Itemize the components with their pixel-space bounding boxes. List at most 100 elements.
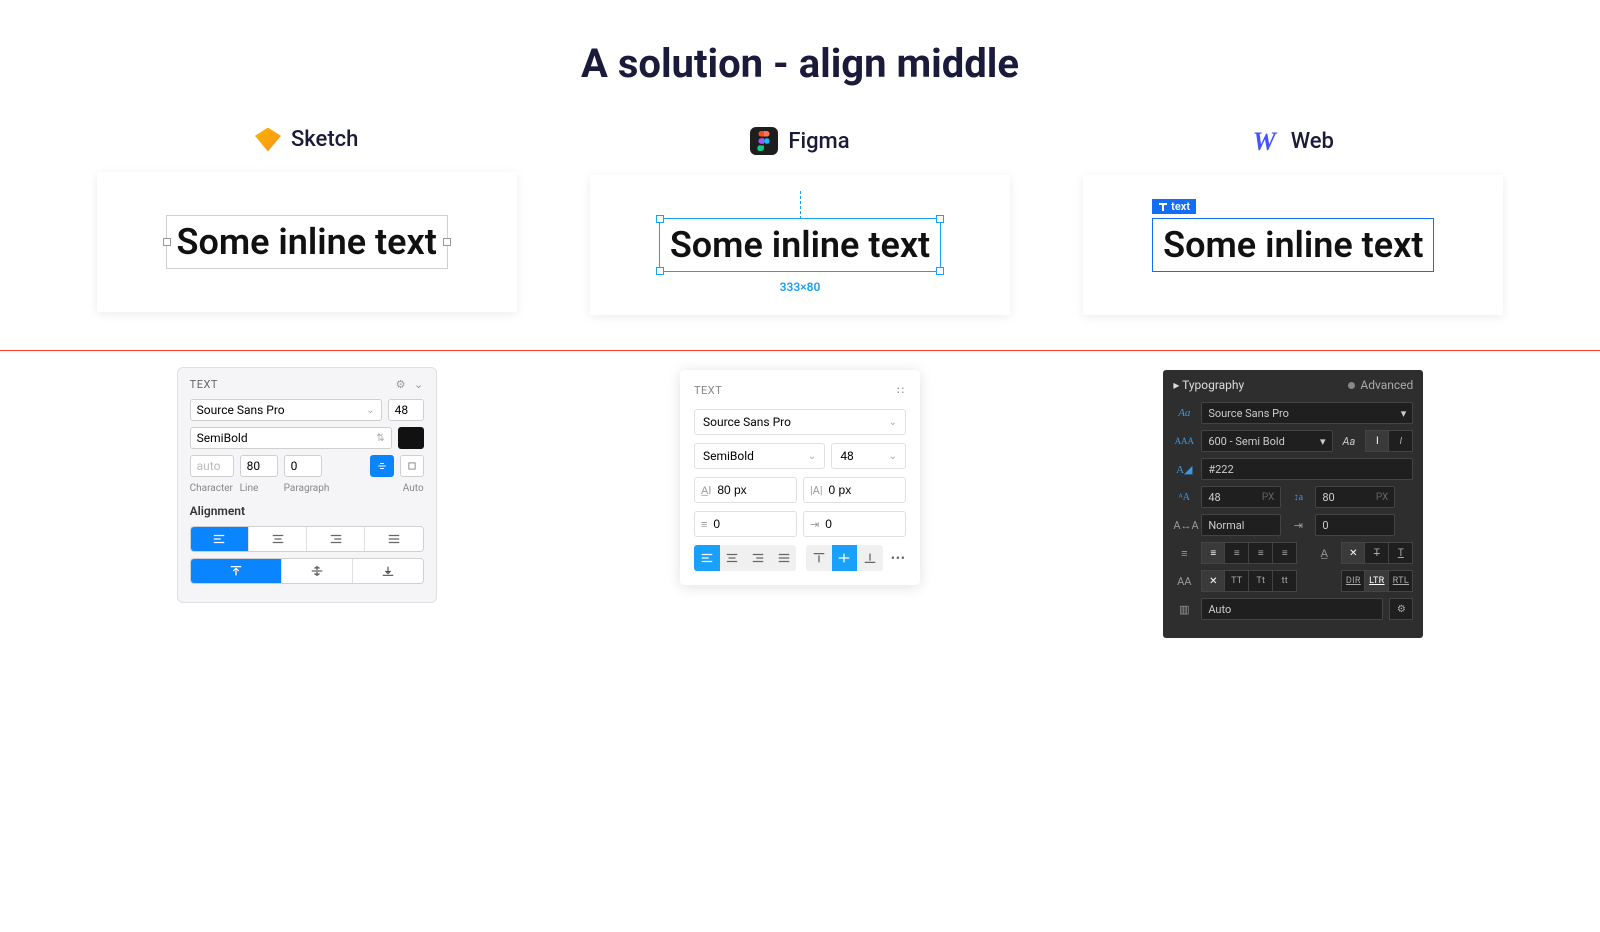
text-indent-input[interactable]: 0 [1315,514,1395,536]
figma-header: Figma [750,127,849,155]
align-left-button[interactable] [191,527,249,551]
align-justify-button[interactable] [365,527,422,551]
font-size-input[interactable]: 48 [388,399,424,421]
web-canvas: text Some inline text [1083,175,1503,315]
align-top-button[interactable] [191,559,283,583]
page-title: A solution - align middle [0,40,1600,87]
font-size-input[interactable]: 48 PX [1201,486,1281,508]
font-weight-value: SemiBold [703,449,754,463]
style-normal-button[interactable]: I [1365,430,1389,452]
paragraph-indent-icon: ⇥ [810,518,819,531]
align-middle-button[interactable] [832,545,858,571]
font-weight-select[interactable]: SemiBold ⇅ [190,427,392,449]
text-decoration-group: ✕ T T [1341,542,1413,564]
auto-width-toggle[interactable] [370,455,394,477]
more-options-button[interactable]: ••• [891,551,906,565]
decoration-underline-button[interactable]: T [1389,542,1413,564]
web-textbox[interactable]: text Some inline text [1152,218,1434,272]
column-settings-button[interactable]: ⚙ [1389,598,1413,620]
decoration-none-button[interactable]: ✕ [1341,542,1365,564]
transform-lower-button[interactable]: tt [1273,570,1297,592]
direction-group: DIR LTR RTL [1341,570,1413,592]
weight-icon: AAA [1173,436,1195,446]
figma-label: Figma [788,129,849,154]
fixed-size-icon [407,459,417,473]
sample-text: Some inline text [1163,224,1423,266]
column-sketch: Sketch Some inline text TEXT ⚙ ⌄ Source … [77,127,537,638]
sketch-textbox[interactable]: Some inline text [166,215,448,269]
resize-handle-br[interactable] [936,267,944,275]
chevron-down-icon: ▾ [1401,407,1407,420]
figma-textbox[interactable]: Some inline text 333×80 [659,218,941,272]
align-bottom-button[interactable] [353,559,423,583]
align-top-button[interactable] [806,545,832,571]
align-right-button[interactable]: ≡ [1249,542,1273,564]
transform-capitalize-button[interactable]: Tt [1249,570,1273,592]
letter-spacing-icon: |A| [810,484,823,497]
gear-icon[interactable]: ⚙ [396,378,406,391]
align-justify-button[interactable] [771,545,797,571]
font-size-value: 48 [1208,491,1220,504]
color-input[interactable]: #222 [1201,458,1413,480]
line-height-input[interactable]: A̲I [694,477,797,503]
color-swatch[interactable] [398,427,424,449]
chevron-down-icon[interactable]: ⌄ [414,378,424,391]
color-icon: A◢ [1173,463,1195,476]
columns-icon: ▥ [1173,603,1195,616]
paragraph-spacing-value[interactable] [713,517,753,531]
indent-icon: ⇥ [1287,519,1309,532]
style-icon[interactable]: ∷ [897,384,906,397]
font-family-value: Source Sans Pro [703,415,791,429]
direction-ltr-button[interactable]: LTR [1365,570,1389,592]
paragraph-spacing-input[interactable]: ≡ [694,511,797,537]
resize-handle-left[interactable] [163,238,171,246]
letter-spacing-input[interactable]: Normal [1201,514,1281,536]
decoration-strike-button[interactable]: T [1365,542,1389,564]
align-bottom-button[interactable] [857,545,883,571]
font-family-select[interactable]: Source Sans Pro ⌄ [694,409,906,435]
paragraph-indent-input[interactable]: ⇥ [803,511,906,537]
letter-spacing-input[interactable]: |A| [803,477,906,503]
character-spacing-input[interactable]: auto [190,455,234,477]
font-family-select[interactable]: Source Sans Pro ⌄ [190,399,382,421]
resize-handle-tl[interactable] [656,215,664,223]
auto-label: Auto [403,483,424,494]
paragraph-indent-value[interactable] [825,517,865,531]
style-italic-button[interactable]: I [1389,430,1413,452]
transform-none-button[interactable]: ✕ [1201,570,1225,592]
section-label: TEXT [694,384,722,397]
line-height-value[interactable] [717,483,757,497]
chevron-down-icon: ⌄ [889,451,897,462]
font-weight-select[interactable]: 600 - Semi Bold ▾ [1201,430,1332,452]
advanced-toggle[interactable]: Advanced [1348,378,1413,392]
font-family-select[interactable]: Source Sans Pro ▾ [1201,402,1413,424]
align-left-button[interactable] [694,545,720,571]
line-height-input[interactable]: 80 [240,455,278,477]
align-right-button[interactable] [745,545,771,571]
transform-upper-button[interactable]: TT [1225,570,1249,592]
align-left-button[interactable]: ≡ [1201,542,1225,564]
direction-rtl-button[interactable]: RTL [1389,570,1413,592]
align-center-button[interactable] [720,545,746,571]
align-center-button[interactable]: ≡ [1225,542,1249,564]
paragraph-spacing-icon: ≡ [701,518,707,531]
font-weight-value: 600 - Semi Bold [1208,435,1284,448]
indent-value: 0 [1322,519,1328,532]
align-middle-button[interactable] [282,559,353,583]
line-height-input[interactable]: 80 PX [1315,486,1395,508]
direction-auto-button[interactable]: DIR [1341,570,1365,592]
resize-handle-right[interactable] [443,238,451,246]
align-center-button[interactable] [249,527,307,551]
paragraph-spacing-input[interactable]: 0 [284,455,322,477]
fixed-size-toggle[interactable] [400,455,424,477]
align-right-button[interactable] [307,527,365,551]
align-justify-button[interactable]: ≡ [1273,542,1297,564]
letter-spacing-value[interactable] [829,483,869,497]
font-size-input[interactable]: 48 ⌄ [831,443,906,469]
color-value: #222 [1208,463,1233,476]
font-family-value: Source Sans Pro [1208,407,1289,420]
font-weight-select[interactable]: SemiBold ⌄ [694,443,825,469]
columns-input[interactable]: Auto [1201,598,1383,620]
resize-handle-bl[interactable] [656,267,664,275]
resize-handle-tr[interactable] [936,215,944,223]
